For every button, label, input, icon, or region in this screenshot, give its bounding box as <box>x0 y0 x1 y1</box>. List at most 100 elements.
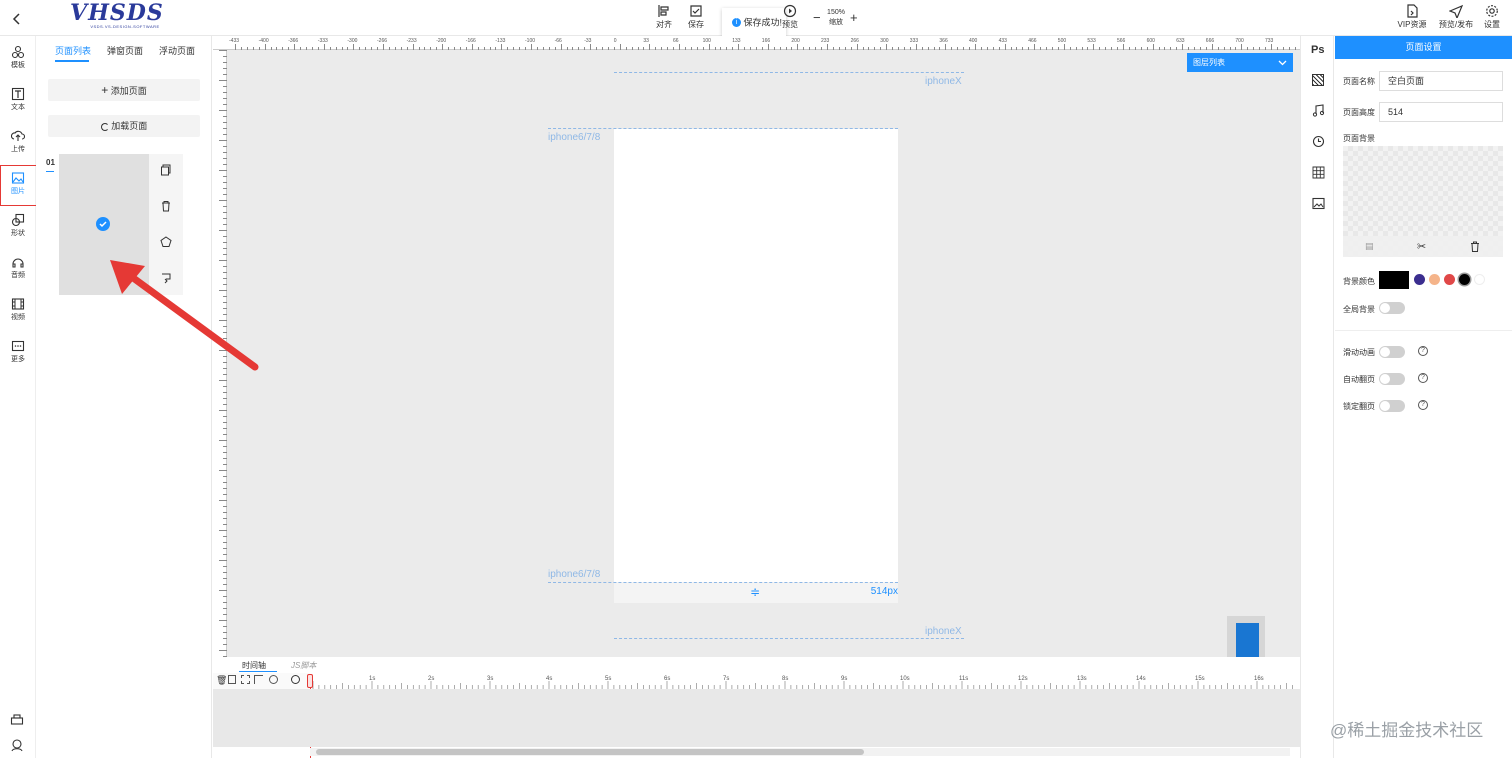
ruler-tick-mark <box>578 47 580 50</box>
ruler-tick-label: -166 <box>465 38 476 44</box>
background-image-drop[interactable]: ▤ ✂ <box>1343 146 1503 257</box>
page-name-input[interactable]: 空白页面 <box>1379 71 1503 91</box>
timeline-second-label: 9s <box>841 676 847 682</box>
texture-button[interactable] <box>1312 74 1324 86</box>
ruler-tick-mark <box>223 158 227 159</box>
layer-list-dropdown[interactable]: 图层列表 <box>1187 53 1293 72</box>
rail-item-audio[interactable]: 音频 <box>0 252 36 288</box>
scissors-icon[interactable]: ✂ <box>1417 240 1426 253</box>
page-height-input[interactable]: 514 <box>1379 102 1503 122</box>
tab-timeline[interactable]: 时间轴 <box>242 660 266 671</box>
tab-active-underline <box>55 60 89 62</box>
ruler-tick-mark <box>1022 47 1024 50</box>
align-button[interactable]: 对齐 <box>646 4 682 34</box>
timeline-scrollbar[interactable] <box>310 748 1290 756</box>
ruler-tick-mark <box>219 200 227 201</box>
page-artboard[interactable] <box>614 129 898 582</box>
select-icon[interactable] <box>241 675 250 684</box>
ruler-tick-mark <box>1093 44 1095 50</box>
back-button[interactable] <box>8 10 26 28</box>
ruler-tick-mark <box>223 524 227 525</box>
zoom-in-button[interactable]: + <box>850 10 858 25</box>
ruler-tick-mark <box>1117 47 1119 50</box>
swatch-purple[interactable] <box>1414 274 1425 285</box>
support-button[interactable] <box>10 738 24 755</box>
page-number-underline <box>46 171 54 172</box>
ruler-tick-mark <box>607 47 609 50</box>
swatch-white[interactable] <box>1474 274 1485 285</box>
add-page-button[interactable]: + 添加页面 <box>48 79 200 101</box>
copy-page-button[interactable] <box>160 164 172 179</box>
help-icon[interactable]: ? <box>1418 346 1428 356</box>
help-icon[interactable]: ? <box>1418 400 1428 410</box>
history-button[interactable] <box>1312 135 1325 151</box>
ruler-tick-mark <box>708 44 710 50</box>
rail-item-text[interactable]: 文本 <box>0 84 36 120</box>
zoom-out-button[interactable]: − <box>813 10 821 25</box>
grid-icon <box>1312 166 1325 179</box>
ruler-tick-mark <box>371 47 373 50</box>
tab-timeline-underline <box>239 671 277 672</box>
bg-color-picker[interactable] <box>1379 271 1409 289</box>
save-button[interactable]: 保存 <box>678 4 714 34</box>
page-resize-bar[interactable]: ≑ 514px <box>614 582 898 603</box>
rail-item-video[interactable]: 视频 <box>0 294 36 330</box>
tab-page-list[interactable]: 页面列表 <box>55 44 91 57</box>
playhead-handle[interactable] <box>307 674 313 688</box>
rail-item-template[interactable]: 模板 <box>0 42 36 78</box>
ruler-tick-label: 300 <box>880 38 889 44</box>
image-edit-icon[interactable]: ▤ <box>1365 241 1374 252</box>
ruler-tick-mark <box>1034 44 1036 50</box>
swatch-red[interactable] <box>1444 274 1455 285</box>
ruler-tick-mark <box>892 47 894 50</box>
timeline-track-area[interactable] <box>213 689 1300 747</box>
auto-flip-toggle[interactable] <box>1379 373 1405 385</box>
printer-button[interactable] <box>10 713 24 730</box>
ruler-tick-mark <box>1241 44 1243 50</box>
ruler-tick-mark <box>329 47 331 50</box>
selected-check-icon <box>96 217 110 231</box>
ruler-tick-mark <box>223 86 227 87</box>
timeline-scroll-thumb[interactable] <box>316 749 864 755</box>
help-icon[interactable]: ? <box>1418 373 1428 383</box>
ruler-tick-mark <box>525 47 527 50</box>
save-check-icon <box>690 5 702 17</box>
music-button[interactable] <box>1312 104 1325 120</box>
tab-js-script[interactable]: JS脚本 <box>291 660 316 671</box>
swatch-peach[interactable] <box>1429 274 1440 285</box>
rail-item-more[interactable]: 更多 <box>0 336 36 372</box>
rail-item-shape[interactable]: 形状 <box>0 210 36 246</box>
grid-button[interactable] <box>1312 166 1325 182</box>
play-icon[interactable] <box>291 675 300 684</box>
tab-popup-pages[interactable]: 弹窗页面 <box>107 44 143 57</box>
load-page-button[interactable]: 加载页面 <box>48 115 200 137</box>
ruler-tick-mark <box>223 398 227 399</box>
ruler-tick-label: -333 <box>317 38 328 44</box>
editor-canvas[interactable]: -433 -400 -366 -333 -300 -266 -233 -200 -166 -133… <box>213 36 1300 672</box>
ruler-tick-mark <box>223 392 227 393</box>
photoshop-import-button[interactable]: Ps <box>1311 44 1324 56</box>
trash-icon[interactable] <box>1470 241 1480 252</box>
image-library-button[interactable] <box>1312 197 1325 213</box>
vip-resources-button[interactable]: VIP资源 <box>1393 4 1431 34</box>
set-home-button[interactable] <box>160 236 172 251</box>
rail-item-upload[interactable]: 上传 <box>0 126 36 162</box>
preview-button[interactable]: 预览 <box>776 4 804 34</box>
publish-button[interactable]: 预览/发布 <box>1437 4 1475 34</box>
template-icon <box>11 45 25 59</box>
ruler-tick-mark <box>223 608 227 609</box>
cut-icon[interactable] <box>254 675 263 684</box>
slide-animation-toggle[interactable] <box>1379 346 1405 358</box>
page-settings-panel: 页面设置 页面名称 空白页面 页面高度 514 页面背景 ▤ ✂ 背景颜色 全局… <box>1335 36 1512 758</box>
tab-floating-pages[interactable]: 浮动页面 <box>159 44 195 57</box>
delete-page-button[interactable] <box>160 200 172 215</box>
trash-icon[interactable]: 🗑 <box>216 675 227 686</box>
add-circle-icon[interactable] <box>269 675 278 684</box>
swatch-black[interactable] <box>1459 274 1470 285</box>
settings-button[interactable]: 设置 <box>1478 4 1506 34</box>
ruler-tick-mark <box>921 47 923 50</box>
global-bg-toggle[interactable] <box>1379 302 1405 314</box>
lock-flip-toggle[interactable] <box>1379 400 1405 412</box>
resize-handle-icon: ≑ <box>750 585 761 599</box>
copy-icon[interactable] <box>228 675 236 684</box>
